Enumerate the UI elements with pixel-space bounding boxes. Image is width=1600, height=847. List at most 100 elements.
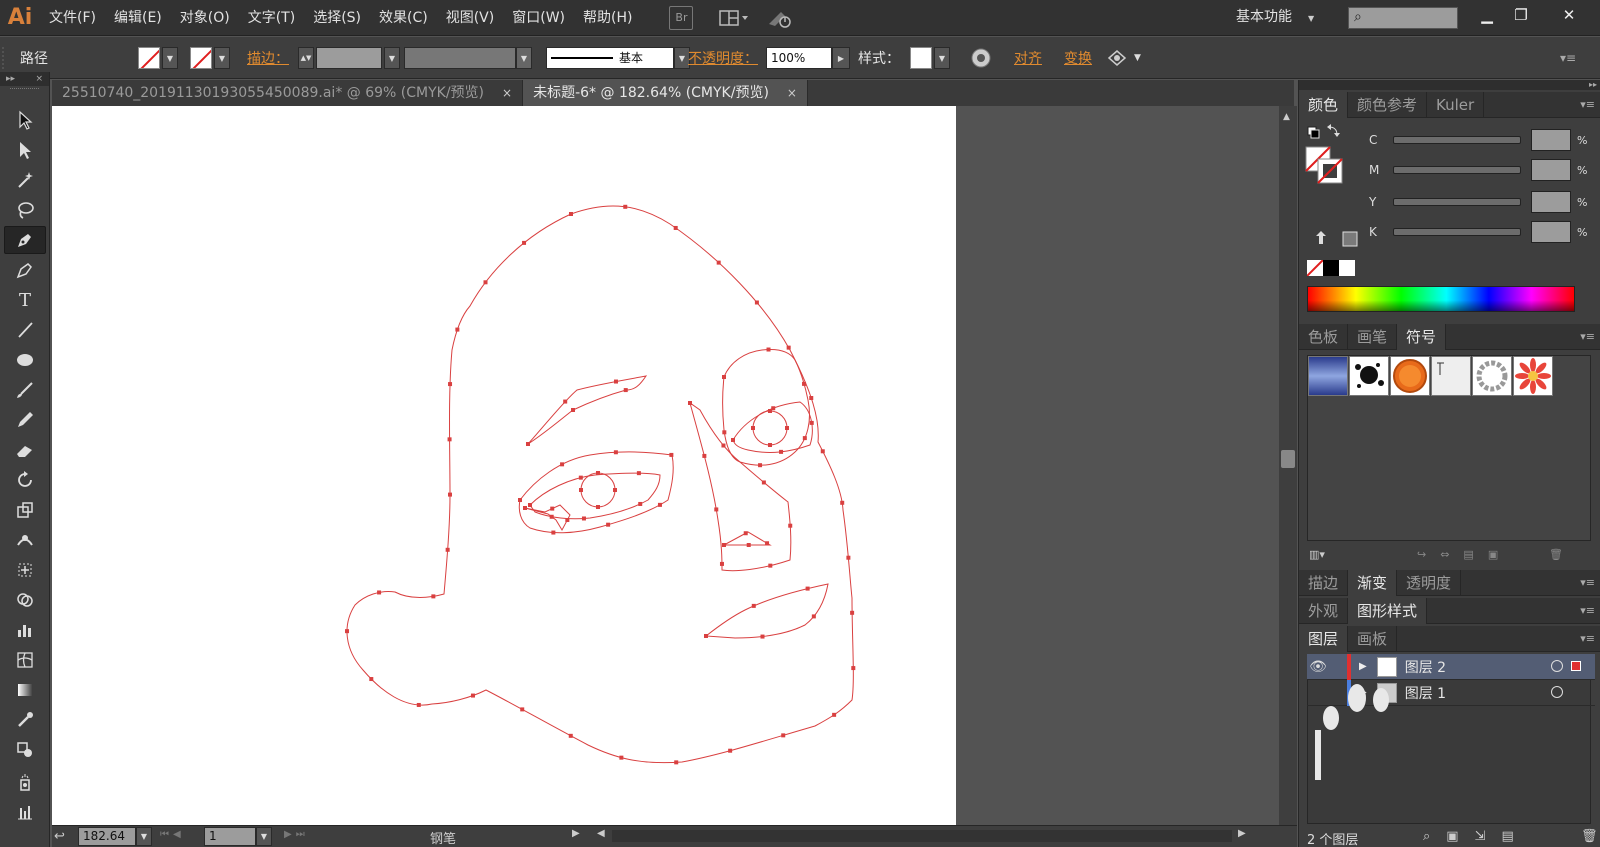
anchor-point[interactable] [851, 666, 856, 671]
anchor-point[interactable] [416, 702, 421, 707]
panel-menu-icon[interactable]: ▾≡ [1580, 604, 1595, 617]
anchor-point[interactable] [731, 438, 735, 442]
anchor-point[interactable] [447, 437, 452, 442]
layer-actions-icons[interactable]: ⌕▣⇲▤ [1423, 829, 1530, 844]
anchor-point[interactable] [613, 450, 618, 455]
close-icon[interactable]: × [787, 80, 797, 106]
stroke-weight-field[interactable] [316, 47, 382, 69]
menu-help[interactable]: 帮助(H) [574, 0, 641, 36]
tab-kuler[interactable]: Kuler [1427, 91, 1485, 118]
anchor-point[interactable] [551, 530, 556, 535]
column-graph-tool-icon[interactable] [4, 798, 46, 826]
workspace-switcher[interactable]: 基本功能 [1236, 0, 1292, 36]
variable-width-field[interactable] [404, 47, 516, 69]
bridge-icon[interactable]: Br [669, 5, 694, 30]
scale-tool-icon[interactable] [4, 496, 46, 524]
menu-view[interactable]: 视图(V) [437, 0, 504, 36]
anchor-point[interactable] [722, 543, 726, 547]
status-menu-icon[interactable]: ▶ [572, 828, 580, 839]
panel-menu-icon[interactable]: ▾≡ [1580, 576, 1595, 589]
anchor-point[interactable] [802, 436, 807, 441]
value-field[interactable] [1531, 129, 1571, 151]
anchor-point[interactable] [636, 471, 641, 476]
ellipse-tool-icon[interactable] [4, 346, 46, 374]
tab-swatches[interactable]: 色板 [1299, 323, 1349, 350]
value-field[interactable] [1531, 159, 1571, 181]
brush-definition-field[interactable]: 基本 [546, 47, 674, 69]
none-black-white-swatches[interactable] [1306, 259, 1355, 280]
tab-graphic-styles[interactable]: 图形样式 [1348, 597, 1428, 624]
layer-row-2[interactable]: 👁 ▶ 图层 2 [1307, 653, 1595, 680]
anchor-point[interactable] [613, 379, 618, 384]
anchor-point[interactable] [811, 614, 816, 619]
variable-width-control[interactable]: ▼ [404, 37, 532, 79]
opacity-label[interactable]: 不透明度： [688, 37, 758, 79]
shape-builder-tool-icon[interactable] [4, 586, 46, 614]
anchor-point[interactable] [722, 430, 727, 435]
warp-tool-icon[interactable] [4, 526, 46, 554]
layer-row-1[interactable]: ▶ 图层 1 [1307, 679, 1595, 706]
slider-magenta[interactable]: M% [1369, 158, 1599, 182]
anchor-point[interactable] [619, 755, 624, 760]
menu-effect[interactable]: 效果(C) [370, 0, 437, 36]
expand-layer-icon[interactable]: ▶ [1359, 661, 1367, 672]
anchor-point[interactable] [840, 500, 845, 505]
panel-menu-icon[interactable]: ▾≡ [1560, 37, 1576, 79]
close-window-button[interactable]: ✕ [1554, 2, 1584, 28]
anchor-point[interactable] [377, 590, 382, 595]
anchor-point[interactable] [549, 514, 554, 519]
anchor-point[interactable] [785, 426, 789, 430]
anchor-point[interactable] [809, 420, 814, 425]
stepper-icon[interactable]: ▲▼ [298, 47, 314, 69]
layer-name[interactable]: 图层 2 [1405, 657, 1446, 677]
anchor-point[interactable] [716, 260, 721, 265]
anchor-point[interactable] [445, 547, 450, 552]
anchor-point[interactable] [714, 507, 719, 512]
anchor-point[interactable] [721, 443, 726, 448]
menu-window[interactable]: 窗口(W) [503, 0, 574, 36]
vertical-scrollbar[interactable]: ▲ [1279, 106, 1297, 825]
tab-transparency[interactable]: 透明度 [1397, 569, 1462, 596]
zoom-field[interactable]: 182.64 [78, 827, 136, 846]
eraser-tool-icon[interactable] [4, 436, 46, 464]
anchor-point[interactable] [805, 586, 810, 591]
fill-stroke-swatches[interactable] [1305, 146, 1345, 190]
tab-appearance[interactable]: 外观 [1299, 597, 1349, 624]
anchor-point[interactable] [623, 388, 628, 393]
panel-menu-icon[interactable]: ▾≡ [1580, 632, 1595, 645]
target-icon[interactable] [1551, 660, 1563, 672]
anchor-point[interactable] [674, 760, 679, 765]
anchor-point[interactable] [520, 707, 525, 712]
anchor-point[interactable] [786, 345, 791, 350]
play-icon[interactable]: ▶ [832, 47, 850, 69]
lasso-tool-icon[interactable] [4, 196, 46, 224]
pencil-tool-icon[interactable] [4, 406, 46, 434]
arrange-documents-icon[interactable] [719, 6, 749, 30]
anchor-point[interactable] [768, 409, 773, 413]
symbol-libraries-icon[interactable]: ▥▾ [1309, 548, 1325, 561]
anchor-point[interactable] [571, 407, 576, 412]
isolate-object-icon[interactable] [1106, 48, 1128, 68]
chevron-down-icon[interactable]: ▼ [934, 47, 950, 69]
rotate-tool-icon[interactable] [4, 466, 46, 494]
anchor-point[interactable] [743, 531, 748, 536]
tab-document-2[interactable]: 未标题-6* @ 182.64% (CMYK/预览) × [523, 80, 808, 106]
graphic-style-swatch[interactable] [910, 47, 932, 69]
curvature-tool-icon[interactable] [4, 256, 46, 284]
anchor-point[interactable] [568, 733, 573, 738]
tab-document-1[interactable]: 25510740_20191130193055450089.ai* @ 69% … [52, 80, 524, 106]
eyedropper-tool-icon[interactable] [4, 706, 46, 734]
graph-tool-icon[interactable] [4, 616, 46, 644]
stroke-control[interactable]: ▼ [190, 37, 230, 79]
fill-swatch[interactable] [138, 47, 160, 69]
anchor-point[interactable] [832, 712, 837, 717]
symbol-blue-banner[interactable] [1308, 356, 1348, 396]
symbol-ring[interactable] [1472, 356, 1512, 396]
tab-color[interactable]: 颜色 [1299, 91, 1349, 118]
opacity-field[interactable]: 100% [766, 47, 832, 69]
anchor-point[interactable] [523, 506, 527, 510]
gpu-performance-icon[interactable] [767, 6, 793, 30]
anchor-point[interactable] [623, 204, 628, 209]
face-path-artwork[interactable] [52, 106, 956, 825]
anchor-point[interactable] [560, 462, 565, 467]
